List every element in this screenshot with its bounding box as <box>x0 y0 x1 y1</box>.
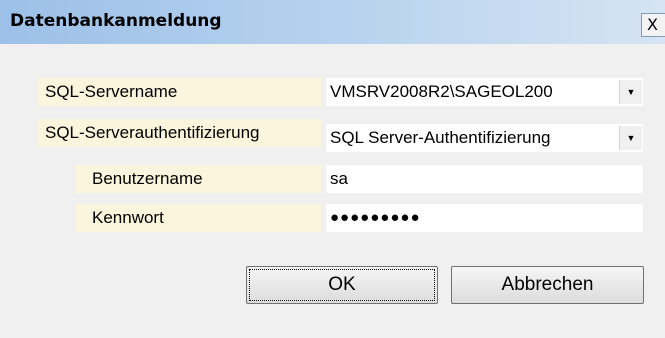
auth-combo[interactable]: SQL Server-Authentifizierung ▼ <box>326 124 643 152</box>
password-label: Kennwort <box>76 204 321 232</box>
cancel-button[interactable]: Abbrechen <box>451 266 644 304</box>
username-input[interactable]: sa <box>326 165 643 193</box>
auth-value: SQL Server-Authentifizierung <box>330 128 551 147</box>
chevron-down-icon[interactable]: ▼ <box>619 80 642 104</box>
server-name-combo[interactable]: VMSRV2008R2\SAGEOL200 ▼ <box>326 78 643 106</box>
auth-label: SQL-Serverauthentifizierung <box>38 119 321 147</box>
password-input[interactable]: ●●●●●●●●● <box>326 204 643 232</box>
chevron-down-icon[interactable]: ▼ <box>619 126 642 150</box>
server-name-value: VMSRV2008R2\SAGEOL200 <box>330 82 553 101</box>
server-name-label: SQL-Servername <box>38 78 321 106</box>
username-label: Benutzername <box>76 165 321 193</box>
close-button[interactable]: X <box>641 13 665 37</box>
ok-button[interactable]: OK <box>246 266 438 304</box>
title-bar: Datenbankanmeldung X <box>0 0 665 44</box>
window-title: Datenbankanmeldung <box>10 11 222 31</box>
